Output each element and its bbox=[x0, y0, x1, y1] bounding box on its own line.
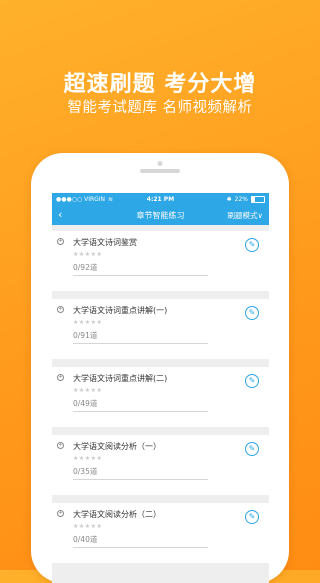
wifi-icon: ≋ bbox=[108, 195, 114, 203]
item-progress: 0/35道 bbox=[73, 467, 98, 476]
progress-bar bbox=[73, 343, 208, 344]
expand-icon[interactable]: + bbox=[57, 442, 64, 449]
back-button[interactable]: ‹ bbox=[58, 208, 62, 221]
edit-icon[interactable]: ✎ bbox=[245, 238, 259, 252]
difficulty-stars: ★★★★★ bbox=[73, 455, 103, 462]
speaker-slot bbox=[140, 169, 180, 173]
item-progress: 0/49道 bbox=[73, 399, 98, 408]
progress-bar bbox=[73, 479, 208, 480]
camera-dot bbox=[157, 161, 163, 166]
hero-subtitle: 智能考试题库 名师视频解析 bbox=[67, 100, 253, 116]
list-item[interactable]: + 大学语文阅读分析（一） ★★★★★ 0/35道 ✎ bbox=[52, 435, 269, 495]
progress-bar bbox=[73, 411, 208, 412]
status-bar: ●●●○○ VIRGIN ≋ 4:21 PM ✱ 22% bbox=[52, 193, 269, 205]
difficulty-stars: ★★★★★ bbox=[73, 387, 103, 394]
progress-bar bbox=[73, 547, 208, 548]
progress-bar bbox=[73, 275, 208, 276]
carrier-label: ●●●○○ VIRGIN bbox=[56, 195, 106, 203]
edit-icon[interactable]: ✎ bbox=[245, 442, 259, 456]
list-item[interactable]: + 大学语文诗词重点讲解(二) ★★★★★ 0/49道 ✎ bbox=[52, 367, 269, 427]
expand-icon[interactable]: + bbox=[57, 238, 64, 245]
list-item[interactable]: + 大学语文诗词重点讲解(一) ★★★★★ 0/91道 ✎ bbox=[52, 299, 269, 359]
item-progress: 0/91道 bbox=[73, 331, 98, 340]
battery-icon bbox=[251, 195, 265, 203]
item-title: 大学语文诗词鉴赏 bbox=[73, 238, 137, 247]
item-progress: 0/40道 bbox=[73, 535, 98, 544]
difficulty-stars: ★★★★★ bbox=[73, 251, 103, 258]
item-title: 大学语文诗词重点讲解(二) bbox=[73, 374, 168, 383]
item-title: 大学语文阅读分析（一） bbox=[73, 442, 161, 451]
expand-icon[interactable]: + bbox=[57, 510, 64, 517]
item-title: 大学语文诗词重点讲解(一) bbox=[73, 306, 168, 315]
item-title: 大学语文阅读分析（二） bbox=[73, 510, 161, 519]
expand-icon[interactable]: + bbox=[57, 374, 64, 381]
hero-title: 超速刷题 考分大增 bbox=[63, 72, 257, 97]
list-item[interactable]: + 大学语文阅读分析（二） ★★★★★ 0/40道 ✎ bbox=[52, 503, 269, 563]
chapter-list: + 大学语文诗词鉴赏 ★★★★★ 0/92道 ✎ + 大学语文诗词重点讲解(一)… bbox=[52, 225, 269, 563]
nav-bar: ‹ 章节智能练习 刷题模式∨ bbox=[52, 205, 269, 225]
app-screen: ●●●○○ VIRGIN ≋ 4:21 PM ✱ 22% ‹ 章节智能练习 刷题… bbox=[52, 193, 269, 583]
list-item[interactable]: + 大学语文诗词鉴赏 ★★★★★ 0/92道 ✎ bbox=[52, 231, 269, 291]
difficulty-stars: ★★★★★ bbox=[73, 523, 103, 530]
edit-icon[interactable]: ✎ bbox=[245, 306, 259, 320]
battery-percent: 22% bbox=[234, 195, 248, 203]
bluetooth-icon: ✱ bbox=[226, 195, 232, 203]
page-title: 章节智能练习 bbox=[136, 210, 185, 220]
edit-icon[interactable]: ✎ bbox=[245, 510, 259, 524]
phone-mockup: ●●●○○ VIRGIN ≋ 4:21 PM ✱ 22% ‹ 章节智能练习 刷题… bbox=[31, 153, 289, 583]
expand-icon[interactable]: + bbox=[57, 306, 64, 313]
difficulty-stars: ★★★★★ bbox=[73, 319, 103, 326]
edit-icon[interactable]: ✎ bbox=[245, 374, 259, 388]
item-progress: 0/92道 bbox=[73, 263, 98, 272]
mode-dropdown[interactable]: 刷题模式∨ bbox=[228, 210, 264, 221]
